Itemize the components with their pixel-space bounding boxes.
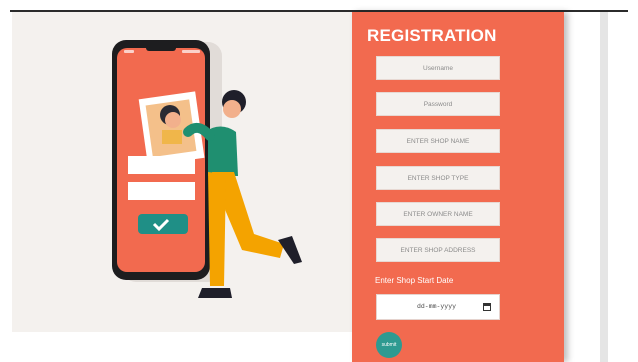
date-placeholder: dd-mm-yyyy — [417, 303, 457, 310]
submit-button[interactable]: submit — [376, 332, 402, 358]
password-field[interactable]: Password — [376, 92, 500, 116]
scrollbar[interactable] — [600, 12, 608, 362]
phone-person-illustration — [112, 40, 302, 298]
password-placeholder: Password — [423, 101, 453, 108]
username-field[interactable]: Username — [376, 56, 500, 80]
shop-address-field[interactable]: ENTER SHOP ADDRESS — [376, 238, 500, 262]
shop-type-field[interactable]: ENTER SHOP TYPE — [376, 166, 500, 190]
shop-name-placeholder: ENTER SHOP NAME — [406, 138, 470, 145]
shop-address-placeholder: ENTER SHOP ADDRESS — [400, 247, 476, 254]
registration-panel: REGISTRATION Username Password ENTER SHO… — [352, 12, 564, 362]
registration-title: REGISTRATION — [367, 26, 497, 45]
start-date-field[interactable]: dd-mm-yyyy — [376, 294, 500, 320]
shop-name-field[interactable]: ENTER SHOP NAME — [376, 129, 500, 153]
owner-name-placeholder: ENTER OWNER NAME — [403, 211, 473, 218]
owner-name-field[interactable]: ENTER OWNER NAME — [376, 202, 500, 226]
username-placeholder: Username — [423, 65, 453, 72]
signup-illustration — [12, 12, 352, 332]
shop-type-placeholder: ENTER SHOP TYPE — [407, 175, 469, 182]
calendar-icon[interactable] — [483, 303, 491, 311]
start-date-label: Enter Shop Start Date — [375, 276, 454, 285]
